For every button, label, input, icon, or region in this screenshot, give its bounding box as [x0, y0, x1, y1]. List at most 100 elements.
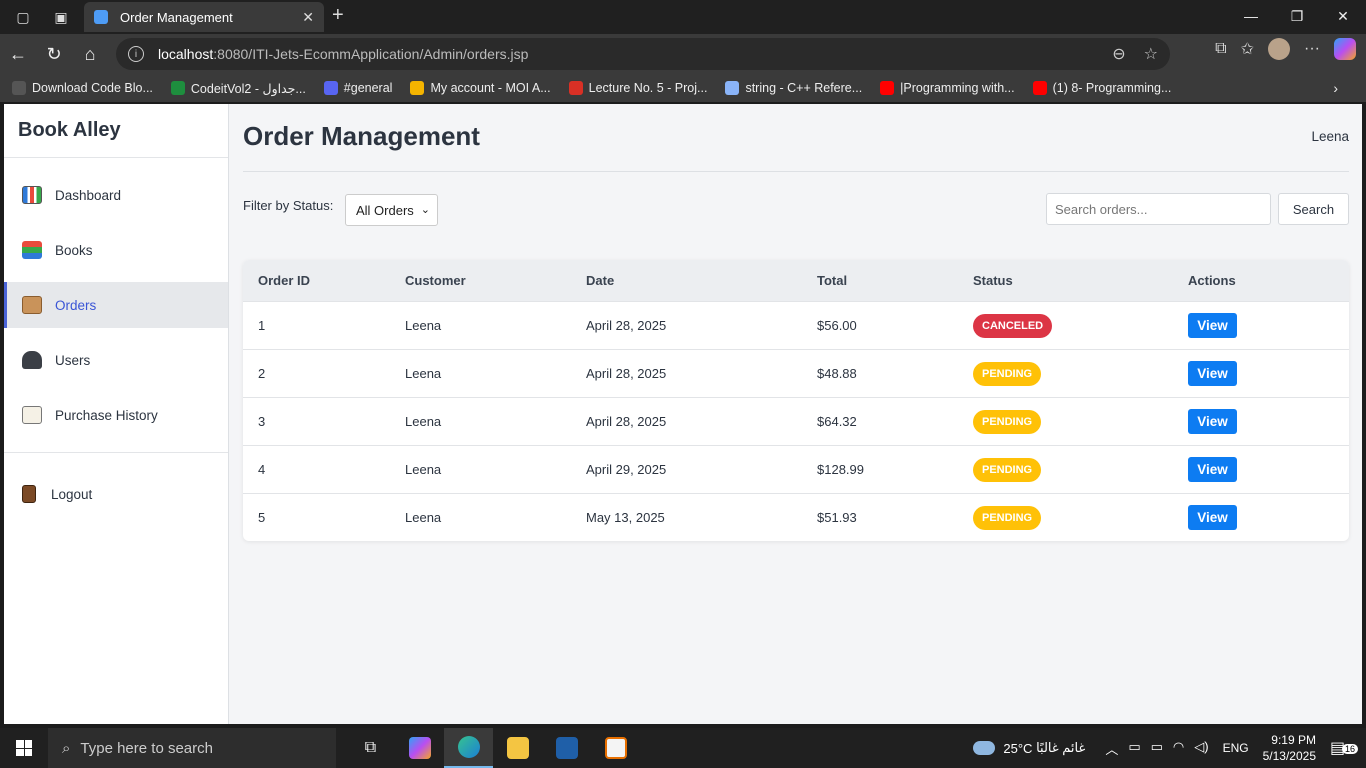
taskbar-search[interactable]: ⌕ Type here to search — [48, 728, 336, 768]
status-filter-select[interactable]: All Orders ⌄ — [345, 194, 438, 226]
bookmark-item[interactable]: |Programming with... — [880, 81, 1015, 95]
sidebar-item-books[interactable]: Books — [4, 227, 228, 273]
status-badge: PENDING — [973, 505, 1042, 530]
chevron-up-icon[interactable]: ︿ — [1105, 739, 1118, 758]
taskbar-java[interactable] — [591, 728, 640, 768]
bookmark-favicon-icon — [410, 81, 425, 95]
bookmark-label: Download Code Blo... — [32, 81, 153, 95]
view-order-button[interactable]: View — [1188, 313, 1237, 338]
folder-icon — [506, 737, 529, 759]
taskbar-search-placeholder: Type here to search — [80, 739, 213, 757]
column-header: Actions — [1188, 273, 1236, 288]
more-options-icon[interactable]: ··· — [1304, 40, 1320, 58]
customer-name: Leena — [405, 414, 442, 429]
bookmark-item[interactable]: #general — [323, 81, 392, 95]
sidebar-item-label: Dashboard — [55, 187, 122, 203]
sidebar-item-dashboard[interactable]: Dashboard — [4, 172, 228, 218]
url-path: :8080/ITI-Jets-EcommApplication/Admin/or… — [213, 46, 529, 62]
workspaces-icon[interactable]: ▢ — [8, 2, 38, 32]
notifications-button[interactable]: ▤ 16 — [1330, 738, 1360, 758]
order-date: April 28, 2025 — [586, 318, 667, 333]
table-row: 5 Leena May 13, 2025 $51.93 PENDING View — [243, 493, 1349, 541]
sidebar-nav: Dashboard Books Orders Users Purchase Hi… — [4, 158, 228, 517]
refresh-icon[interactable]: ↻ — [36, 38, 72, 70]
sidebar-item-label: Purchase History — [55, 407, 158, 423]
sidebar-item-logout[interactable]: Logout — [4, 471, 228, 517]
books-icon — [22, 241, 42, 259]
copilot-icon[interactable] — [1334, 38, 1356, 60]
sidebar-item-orders[interactable]: Orders — [4, 282, 228, 328]
browser-tab[interactable]: Order Management ✕ — [84, 2, 324, 32]
weather-temp: 25°C — [1003, 740, 1033, 756]
bookmark-label: My account - MOI A... — [430, 81, 551, 95]
taskbar-file-explorer[interactable] — [493, 728, 542, 768]
main-content: Order Management Leena Filter by Status:… — [243, 104, 1349, 541]
app-icon — [555, 737, 578, 759]
search-button[interactable]: Search — [1278, 193, 1349, 225]
site-info-icon[interactable]: i — [128, 46, 144, 62]
extensions-icon[interactable]: ⧉ — [1215, 40, 1226, 58]
bookmark-item[interactable]: string - C++ Refere... — [725, 81, 862, 95]
sidebar-item-users[interactable]: Users — [4, 337, 228, 383]
bookmark-label: CodeitVol2 - جداول... — [190, 81, 306, 96]
order-id: 4 — [258, 462, 266, 477]
favorites-icon[interactable]: ✩ — [1241, 39, 1254, 59]
bookmark-label: string - C++ Refere... — [745, 81, 863, 95]
taskbar-apps: ⧉ — [346, 728, 640, 768]
new-tab-icon[interactable]: + — [332, 4, 344, 27]
back-icon[interactable]: ← — [0, 38, 36, 70]
page-title: Order Management — [243, 121, 480, 151]
current-user: Leena — [1311, 129, 1349, 144]
door-icon — [22, 485, 36, 503]
tab-actions-icon[interactable]: ▣ — [46, 2, 76, 32]
view-order-button[interactable]: View — [1188, 409, 1237, 434]
order-total: $56.00 — [817, 318, 857, 333]
language-indicator[interactable]: ENG — [1223, 741, 1249, 755]
status-badge: CANCELED — [973, 313, 1053, 338]
view-order-button[interactable]: View — [1188, 505, 1237, 530]
order-id: 2 — [258, 366, 266, 381]
order-id: 1 — [258, 318, 266, 333]
customer-name: Leena — [405, 366, 442, 381]
customer-name: Leena — [405, 510, 442, 525]
brand-logo[interactable]: Book Alley — [4, 104, 228, 158]
view-order-button[interactable]: View — [1188, 457, 1237, 482]
sidebar-item-purchase-history[interactable]: Purchase History — [4, 392, 228, 438]
column-header: Status — [973, 273, 1013, 288]
battery-icon[interactable]: ▭ — [1151, 739, 1163, 758]
bookmark-item[interactable]: Lecture No. 5 - Proj... — [568, 81, 707, 95]
bookmark-item[interactable]: Download Code Blo... — [12, 81, 153, 95]
clock[interactable]: 9:19 PM 5/13/2025 — [1263, 732, 1316, 764]
wifi-icon[interactable]: ◠ — [1173, 739, 1184, 758]
bookmarks-more-icon[interactable]: › — [1333, 80, 1338, 96]
task-view-button[interactable]: ⧉ — [346, 728, 395, 768]
taskbar-copilot[interactable] — [395, 728, 444, 768]
column-header: Date — [586, 273, 615, 288]
meet-icon[interactable]: ▭ — [1128, 739, 1140, 758]
restore-icon[interactable]: ❐ — [1274, 0, 1320, 32]
home-icon[interactable]: ⌂ — [72, 38, 108, 70]
zoom-icon[interactable]: ⊖ — [1112, 44, 1125, 64]
sidebar: Book Alley Dashboard Books Orders Users … — [4, 104, 229, 724]
url-bar[interactable]: i localhost :8080/ITI-Jets-EcommApplicat… — [116, 38, 1170, 70]
search-input[interactable]: Search orders... — [1046, 193, 1271, 225]
favorite-star-icon[interactable]: ☆ — [1144, 44, 1158, 64]
close-window-icon[interactable]: ✕ — [1320, 0, 1366, 32]
bookmark-item[interactable]: My account - MOI A... — [410, 81, 551, 95]
bookmark-favicon-icon — [725, 81, 740, 95]
status-badge: PENDING — [973, 409, 1042, 434]
close-tab-icon[interactable]: ✕ — [302, 9, 314, 26]
system-tray: 25°C غائم غالبًا ︿ ▭ ▭ ◠ ◁) ENG 9:19 PM … — [973, 728, 1366, 768]
bookmark-item[interactable]: CodeitVol2 - جداول... — [170, 81, 306, 96]
clock-date: 5/13/2025 — [1262, 749, 1316, 763]
profile-avatar[interactable] — [1268, 38, 1291, 60]
volume-icon[interactable]: ◁) — [1194, 739, 1208, 758]
view-order-button[interactable]: View — [1188, 361, 1237, 386]
weather-widget[interactable]: 25°C غائم غالبًا — [973, 740, 1085, 756]
start-button[interactable] — [0, 728, 48, 768]
order-date: April 29, 2025 — [586, 462, 667, 477]
minimize-icon[interactable]: — — [1228, 0, 1274, 32]
taskbar-edge[interactable] — [444, 728, 493, 768]
taskbar-app-blue[interactable] — [542, 728, 591, 768]
bookmark-item[interactable]: (1) 8- Programming... — [1032, 81, 1171, 95]
